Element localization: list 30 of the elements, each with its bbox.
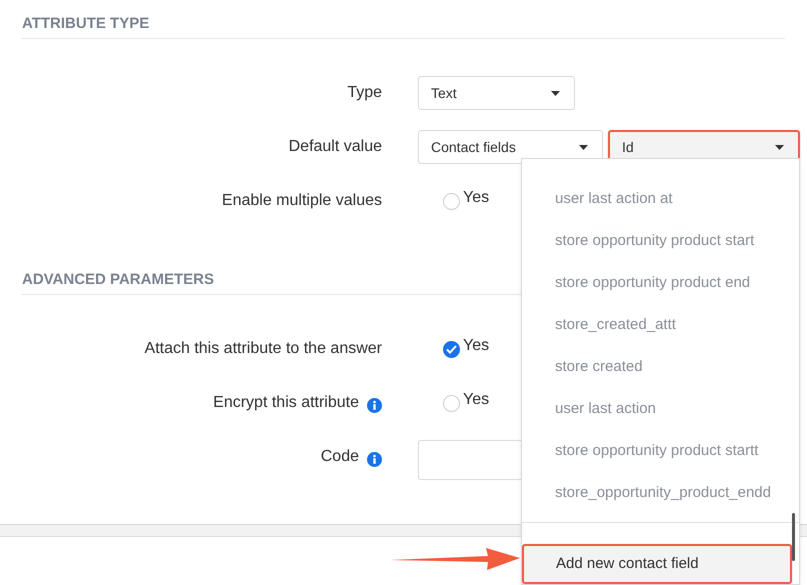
add-contact-field-item[interactable]: Add new contact field <box>522 544 792 584</box>
select-dropdown[interactable]: Contact fields <box>418 130 603 164</box>
field-label: Code <box>320 447 359 467</box>
dropdown-item[interactable]: store opportunity product start <box>522 220 799 262</box>
scrollbar[interactable] <box>792 513 795 561</box>
checkbox[interactable] <box>443 340 460 358</box>
field-label: Default value <box>288 137 382 157</box>
field-label: Attach this attribute to the answer <box>144 339 382 359</box>
checkbox[interactable] <box>443 394 460 412</box>
checkbox[interactable] <box>443 192 460 210</box>
dropdown-item[interactable]: store opportunity product end <box>522 262 799 304</box>
dropdown-item[interactable]: store opportunity product startt <box>522 430 799 472</box>
caret-icon <box>775 144 784 150</box>
field-label: Type <box>347 83 382 103</box>
option-label: Yes <box>463 188 490 208</box>
dropdown-item[interactable]: user last action <box>522 388 799 430</box>
section-heading: ATTRIBUTE TYPE <box>22 15 150 33</box>
select-dropdown[interactable]: Text <box>418 76 575 110</box>
field-label: Enable multiple values <box>222 191 382 211</box>
section-heading: ADVANCED PARAMETERS <box>22 271 214 289</box>
dropdown-item[interactable]: user last action at <box>522 178 799 220</box>
dropdown-item[interactable]: store_created_attt <box>522 304 799 346</box>
field-label: Encrypt this attribute <box>213 393 359 413</box>
caret-icon <box>551 90 560 96</box>
option-label: Yes <box>463 390 490 410</box>
option-label: Yes <box>463 336 490 356</box>
caret-icon <box>579 144 588 150</box>
dropdown-item[interactable]: store_opportunity_product_endd <box>522 472 799 514</box>
check-icon <box>446 344 457 354</box>
dropdown-item[interactable]: store created <box>522 346 799 388</box>
